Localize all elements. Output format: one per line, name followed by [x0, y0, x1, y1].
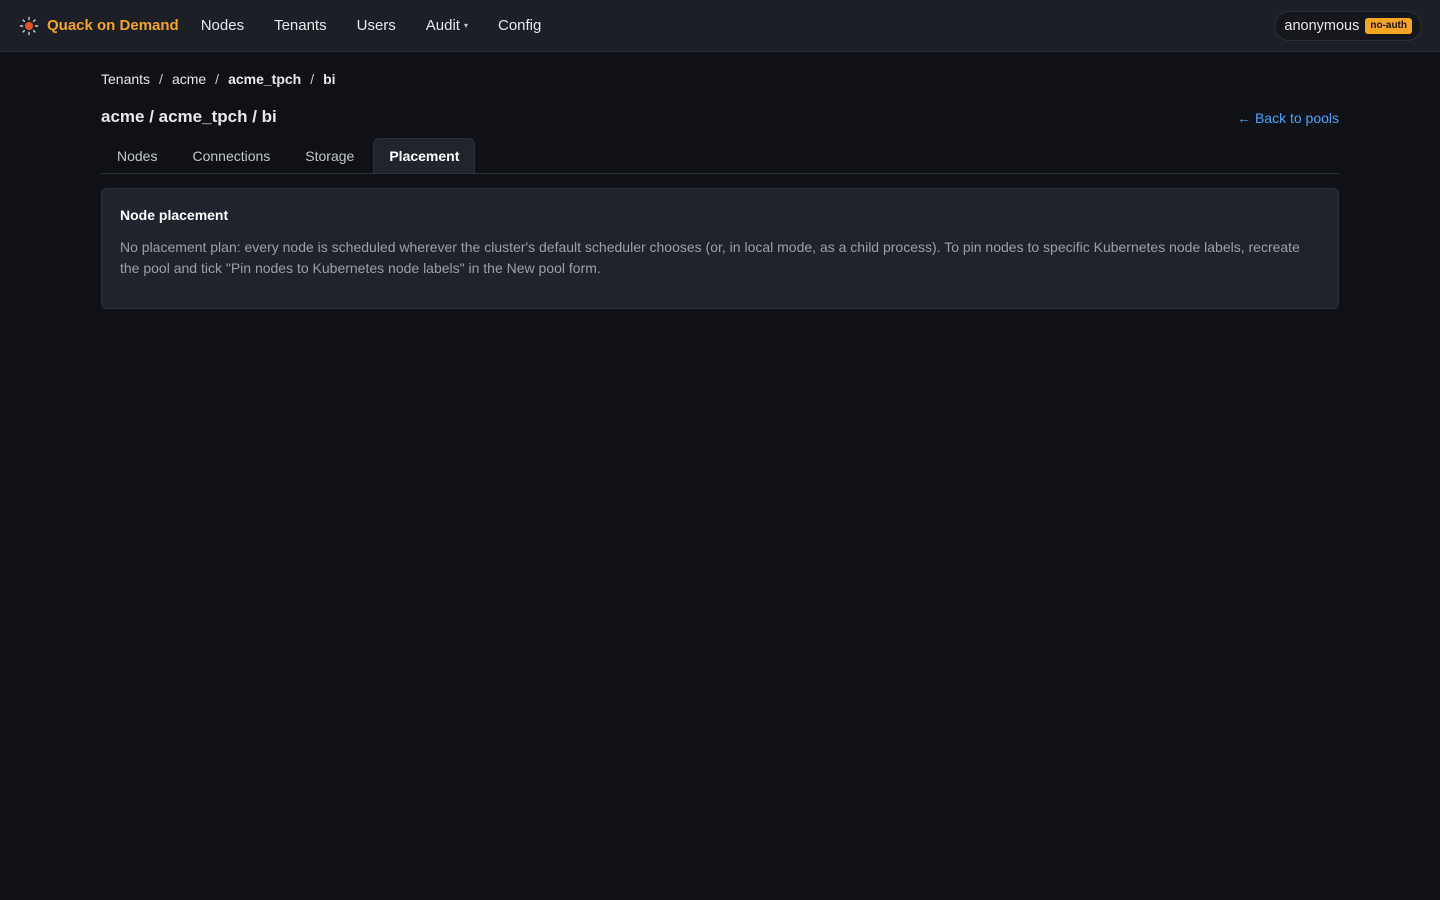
breadcrumb-tenants[interactable]: Tenants: [101, 71, 150, 87]
auth-badge: no-auth: [1365, 18, 1412, 34]
nav-item-tenants[interactable]: Tenants: [259, 17, 342, 34]
tab-bar: Nodes Connections Storage Placement: [101, 138, 1339, 174]
tab-label: Connections: [192, 148, 271, 164]
card-title: Node placement: [120, 207, 229, 223]
node-placement-card: Node placement No placement plan: every …: [101, 188, 1339, 309]
tab-storage[interactable]: Storage: [289, 138, 370, 173]
main-nav: Nodes Tenants Users Audit ▾ Config: [186, 17, 557, 34]
tab-label: Nodes: [117, 148, 158, 164]
tab-placement[interactable]: Placement: [373, 138, 476, 173]
breadcrumb-pool: bi: [323, 71, 336, 87]
back-to-pools-link[interactable]: ← Back to pools: [1237, 110, 1339, 126]
nav-item-nodes[interactable]: Nodes: [186, 17, 259, 34]
tab-label: Placement: [389, 148, 460, 164]
nav-item-config[interactable]: Config: [483, 17, 556, 34]
nav-item-label: Nodes: [200, 17, 245, 34]
brand-link[interactable]: Quack on Demand: [19, 16, 179, 36]
sun-icon: [19, 16, 39, 36]
nav-item-label: Config: [498, 17, 542, 34]
user-name: anonymous: [1284, 18, 1360, 34]
nav-item-label: Audit: [425, 17, 460, 34]
tab-nodes[interactable]: Nodes: [101, 138, 173, 173]
card-description: No placement plan: every node is schedul…: [120, 239, 1300, 276]
brand-name: Quack on Demand: [47, 17, 179, 34]
chevron-down-icon: ▾: [463, 21, 468, 30]
breadcrumb-separator: /: [310, 71, 315, 87]
tab-label: Storage: [305, 148, 355, 164]
breadcrumb-tenant[interactable]: acme: [172, 71, 206, 87]
page-title: acme / acme_tpch / bi: [101, 107, 277, 126]
nav-item-label: Tenants: [274, 17, 327, 34]
breadcrumb-separator: /: [159, 71, 163, 87]
breadcrumb-database[interactable]: acme_tpch: [228, 71, 301, 87]
breadcrumb-separator: /: [215, 71, 220, 87]
tab-connections[interactable]: Connections: [176, 138, 286, 173]
breadcrumb: Tenants / acme / acme_tpch / bi: [101, 71, 336, 87]
nav-item-label: Users: [356, 17, 396, 34]
nav-item-audit[interactable]: Audit ▾: [411, 17, 483, 34]
top-navbar: Quack on Demand Nodes Tenants Users Audi…: [0, 0, 1440, 52]
nav-item-users[interactable]: Users: [342, 17, 411, 34]
user-menu[interactable]: anonymous no-auth: [1274, 11, 1422, 41]
